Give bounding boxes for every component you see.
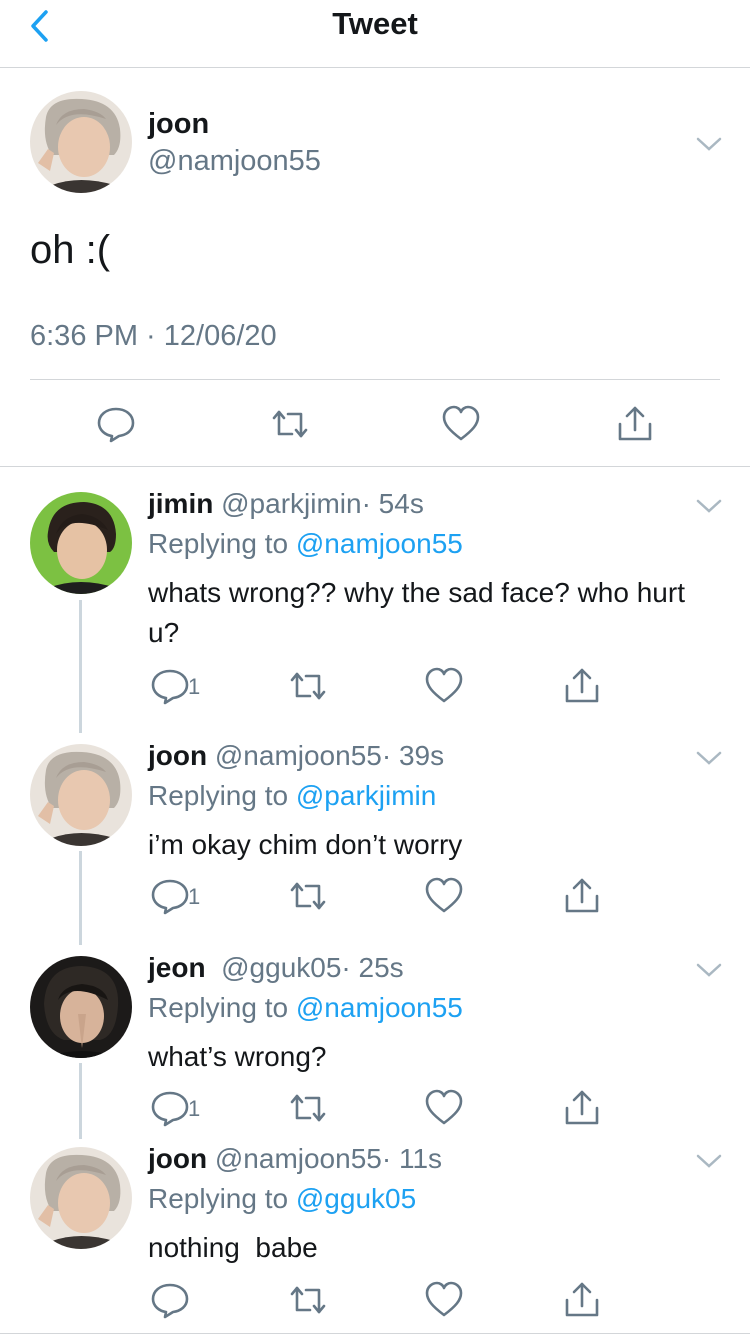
reply-author-name[interactable]: joon <box>148 740 207 771</box>
thread-connector <box>79 600 82 733</box>
reply-icon[interactable] <box>96 404 136 444</box>
chevron-down-icon[interactable] <box>694 134 724 154</box>
replying-to-handle[interactable]: @namjoon55 <box>296 992 463 1023</box>
reply-header: joon @namjoon55· 39s <box>148 740 444 772</box>
replying-to-line: Replying to @namjoon55 <box>148 992 463 1024</box>
replying-to-handle[interactable]: @gguk05 <box>296 1183 416 1214</box>
reply-time: · 54s <box>361 488 424 519</box>
reply-author-handle[interactable]: @namjoon55 <box>215 740 382 771</box>
reply-icon[interactable] <box>150 666 190 706</box>
chevron-down-icon[interactable] <box>694 960 724 980</box>
avatar-joon[interactable] <box>30 1147 132 1249</box>
share-icon[interactable] <box>562 1088 602 1128</box>
author-name[interactable]: joon <box>148 108 209 141</box>
chevron-down-icon[interactable] <box>694 496 724 516</box>
avatar-jeon[interactable] <box>30 956 132 1058</box>
retweet-icon[interactable] <box>288 876 328 916</box>
thread-connector <box>79 851 82 945</box>
share-icon[interactable] <box>562 1280 602 1320</box>
replying-to-line: Replying to @gguk05 <box>148 1183 416 1215</box>
retweet-icon[interactable] <box>288 666 328 706</box>
replying-to-line: Replying to @parkjimin <box>148 780 436 812</box>
reply-author-name[interactable]: jimin <box>148 488 213 519</box>
replying-label: Replying to <box>148 1183 289 1214</box>
like-heart-icon[interactable] <box>424 666 464 706</box>
reply-author-handle[interactable]: @namjoon55 <box>215 1143 382 1174</box>
reply-text: i’m okay chim don’t worry <box>148 829 463 860</box>
replying-label: Replying to <box>148 992 289 1023</box>
page-title: Tweet <box>332 6 418 41</box>
like-heart-icon[interactable] <box>441 404 481 444</box>
reply-header: jeon @gguk05· 25s <box>148 952 404 984</box>
reply-time: · 11s <box>381 1143 443 1174</box>
replying-to-handle[interactable]: @parkjimin <box>296 780 436 811</box>
reply-author-name[interactable]: jeon <box>148 952 206 983</box>
retweet-icon[interactable] <box>288 1280 328 1320</box>
tweet-timestamp: 6:36 PM · 12/06/20 <box>30 320 277 352</box>
reply-count: 1 <box>188 674 201 699</box>
reply-author-handle[interactable]: @gguk05 <box>221 952 341 983</box>
replying-label: Replying to <box>148 528 289 559</box>
chevron-down-icon[interactable] <box>694 1151 724 1171</box>
divider <box>0 466 750 467</box>
replying-to-line: Replying to @namjoon55 <box>148 528 463 560</box>
author-handle[interactable]: @namjoon55 <box>148 145 321 178</box>
reply-text: nothing babe <box>148 1232 318 1263</box>
share-icon[interactable] <box>562 876 602 916</box>
avatar-jimin[interactable] <box>30 492 132 594</box>
share-icon[interactable] <box>562 666 602 706</box>
reply-count: 1 <box>188 884 201 909</box>
reply-header: joon @namjoon55· 11s <box>148 1143 442 1175</box>
reply-time: · 25s <box>341 952 404 983</box>
replying-to-handle[interactable]: @namjoon55 <box>296 528 463 559</box>
top-nav-bar: Tweet <box>0 0 750 68</box>
replying-label: Replying to <box>148 780 289 811</box>
avatar-joon[interactable] <box>30 744 132 846</box>
share-icon[interactable] <box>615 404 655 444</box>
retweet-icon[interactable] <box>288 1088 328 1128</box>
divider <box>30 379 720 380</box>
like-heart-icon[interactable] <box>424 1280 464 1320</box>
chevron-down-icon[interactable] <box>694 748 724 768</box>
thread-connector <box>79 1063 82 1139</box>
divider <box>0 1333 750 1334</box>
retweet-icon[interactable] <box>270 404 310 444</box>
reply-header: jimin @parkjimin· 54s <box>148 488 424 520</box>
reply-time: · 39s <box>381 740 445 771</box>
reply-icon[interactable] <box>150 1280 190 1320</box>
reply-text: whats wrong?? why the sad face? who hurt… <box>148 577 685 648</box>
tweet-text: oh :( <box>30 228 111 272</box>
reply-text: what’s wrong? <box>148 1041 327 1072</box>
reply-icon[interactable] <box>150 1088 190 1128</box>
avatar-joon[interactable] <box>30 91 132 193</box>
like-heart-icon[interactable] <box>424 1088 464 1128</box>
reply-author-handle[interactable]: @parkjimin <box>221 488 361 519</box>
reply-icon[interactable] <box>150 876 190 916</box>
reply-count: 1 <box>188 1096 201 1121</box>
like-heart-icon[interactable] <box>424 876 464 916</box>
reply-author-name[interactable]: joon <box>148 1143 207 1174</box>
